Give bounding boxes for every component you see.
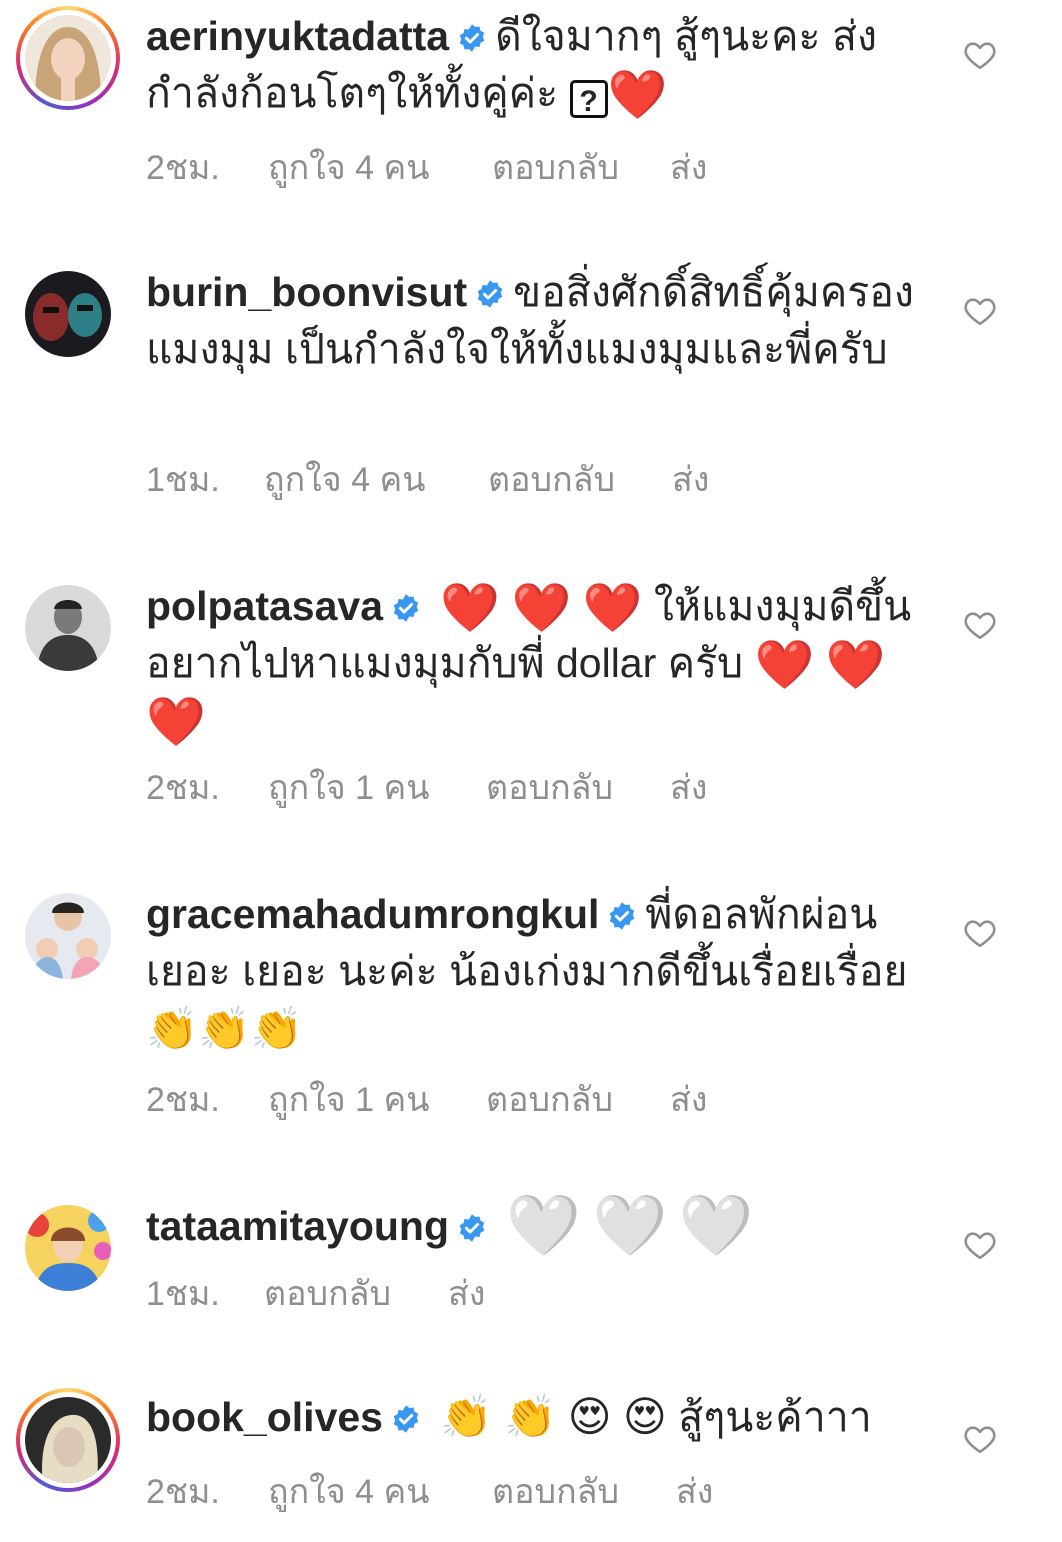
comment-text: aerinyuktadatta ดีใจมากๆ สู้ๆนะคะ ส่งกำลั… — [146, 8, 916, 122]
comment-text: tataamitayoung 🤍 🤍 🤍 — [146, 1196, 916, 1257]
heart-outline-icon[interactable] — [962, 916, 998, 950]
username[interactable]: aerinyuktadatta — [146, 13, 449, 59]
reply-button[interactable]: ตอบกลับ — [486, 1072, 670, 1126]
comment-meta: 2ชม. ถูกใจ 4 คน ตอบกลับ ส่ง — [146, 140, 707, 194]
white-heart-emoji: 🤍 — [678, 1191, 754, 1261]
avatar[interactable] — [16, 884, 120, 988]
heart-outline-icon[interactable] — [962, 608, 998, 642]
avatar-image — [25, 893, 111, 979]
send-button[interactable]: ส่ง — [676, 1464, 713, 1518]
likes-count[interactable]: ถูกใจ 1 คน — [268, 1072, 486, 1126]
comment-text: polpatasava ❤️ ❤️ ❤️ ให้แมงมุมดีขึ้น อยา… — [146, 578, 916, 749]
comment-time: 2ชม. — [146, 149, 220, 187]
avatar[interactable] — [16, 576, 120, 680]
avatar-image — [25, 585, 111, 671]
reply-button[interactable]: ตอบกลับ — [492, 1464, 676, 1518]
username[interactable]: polpatasava — [146, 583, 383, 629]
avatar-image — [25, 1397, 111, 1483]
comment-meta: 2ชม. ถูกใจ 1 คน ตอบกลับ ส่ง — [146, 1072, 707, 1126]
avatar[interactable] — [16, 1388, 120, 1492]
comment-meta: 2ชม. ถูกใจ 1 คน ตอบกลับ ส่ง — [146, 760, 707, 814]
red-heart-emoji: ❤️ — [146, 694, 206, 750]
username[interactable]: tataamitayoung — [146, 1203, 449, 1249]
comment-body: สู้ๆนะค้าาา — [678, 1394, 872, 1440]
verified-badge-icon — [610, 902, 635, 930]
avatar[interactable] — [16, 1196, 120, 1300]
avatar[interactable] — [16, 262, 120, 366]
username[interactable]: burin_boonvisut — [146, 269, 467, 315]
reply-button[interactable]: ตอบกลับ — [492, 140, 670, 194]
reply-button[interactable]: ตอบกลับ — [488, 452, 672, 506]
username[interactable]: book_olives — [146, 1394, 383, 1440]
likes-count[interactable]: ถูกใจ 1 คน — [268, 760, 486, 814]
reply-button[interactable]: ตอบกลับ — [486, 760, 670, 814]
red-heart-emoji: ❤️ — [440, 580, 501, 636]
comment-text: gracemahadumrongkul พี่ดอลพักผ่อน เยอะ เย… — [146, 886, 916, 1058]
send-button[interactable]: ส่ง — [670, 140, 707, 194]
comment-time: 2ชม. — [146, 1081, 220, 1119]
avatar-image — [25, 1205, 111, 1291]
comment-time: 1ชม. — [146, 461, 220, 499]
comment-time: 2ชม. — [146, 769, 220, 807]
username[interactable]: gracemahadumrongkul — [146, 891, 599, 937]
unknown-glyph: ? — [569, 80, 608, 118]
likes-count[interactable]: ถูกใจ 4 คน — [268, 1464, 492, 1518]
comment-text: burin_boonvisut ขอสิ่งศักดิ์สิทธิ์คุ้มครอ… — [146, 264, 916, 378]
heart-outline-icon[interactable] — [962, 1422, 998, 1456]
send-button[interactable]: ส่ง — [672, 452, 709, 506]
send-button[interactable]: ส่ง — [670, 1072, 707, 1126]
verified-badge-icon — [459, 1214, 485, 1242]
red-heart-emoji: ❤️ — [607, 67, 668, 123]
red-heart-emoji: ❤️ — [582, 580, 643, 636]
comment-time: 1ชม. — [146, 1275, 220, 1313]
verified-badge-icon — [477, 280, 503, 308]
clapping-hands-emoji: 👏 — [440, 1392, 493, 1441]
white-heart-emoji: 🤍 — [592, 1191, 668, 1261]
red-heart-emoji: ❤️ — [754, 637, 815, 693]
verified-badge-icon — [393, 594, 419, 622]
white-heart-emoji: 🤍 — [506, 1191, 582, 1261]
heart-outline-icon[interactable] — [962, 1228, 998, 1262]
verified-badge-icon — [459, 24, 485, 52]
heart-outline-icon[interactable] — [962, 38, 998, 72]
clapping-hands-emoji: 👏 — [250, 1004, 303, 1053]
clapping-hands-emoji: 👏 — [146, 1004, 199, 1053]
likes-count[interactable]: ถูกใจ 4 คน — [264, 452, 488, 506]
comment-time: 2ชม. — [146, 1473, 220, 1511]
red-heart-emoji: ❤️ — [825, 637, 886, 693]
heart-outline-icon[interactable] — [962, 294, 998, 328]
send-button[interactable]: ส่ง — [448, 1266, 485, 1320]
likes-count[interactable]: ถูกใจ 4 คน — [268, 140, 492, 194]
red-heart-emoji: ❤️ — [511, 580, 572, 636]
avatar-image — [25, 271, 111, 357]
comment-meta: 1ชม. ถูกใจ 4 คน ตอบกลับ ส่ง — [146, 452, 709, 506]
heart-eyes-emoji: 😍 — [623, 1392, 667, 1441]
avatar[interactable] — [16, 6, 120, 110]
avatar-image — [25, 15, 111, 101]
reply-button[interactable]: ตอบกลับ — [264, 1266, 448, 1320]
comment-text: book_olives 👏 👏 😍 😍 สู้ๆนะค้าาา — [146, 1388, 916, 1446]
clapping-hands-emoji: 👏 — [198, 1004, 251, 1053]
verified-badge-icon — [393, 1405, 419, 1433]
comment-meta: 1ชม. ตอบกลับ ส่ง — [146, 1266, 485, 1320]
comment-meta: 2ชม. ถูกใจ 4 คน ตอบกลับ ส่ง — [146, 1464, 713, 1518]
clapping-hands-emoji: 👏 — [504, 1392, 557, 1441]
send-button[interactable]: ส่ง — [670, 760, 707, 814]
heart-eyes-emoji: 😍 — [567, 1392, 612, 1441]
